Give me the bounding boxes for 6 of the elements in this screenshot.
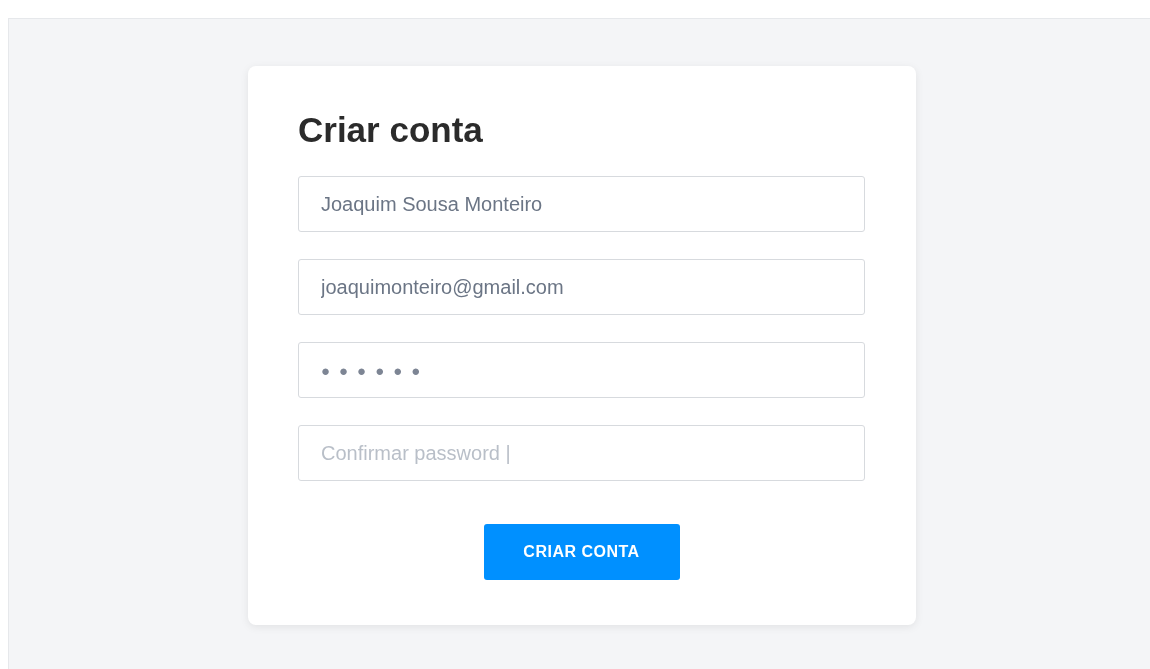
create-account-button[interactable]: CRIAR CONTA <box>483 524 680 580</box>
input-field[interactable]: joaquimonteiro@gmail.com <box>298 259 865 315</box>
input-field[interactable]: Joaquim Sousa Monteiro <box>298 176 865 232</box>
input-field[interactable]: Confirmar password | <box>298 425 865 481</box>
form-title: Criar conta <box>298 109 483 151</box>
password-field[interactable]: ●●●●●● <box>298 342 865 398</box>
